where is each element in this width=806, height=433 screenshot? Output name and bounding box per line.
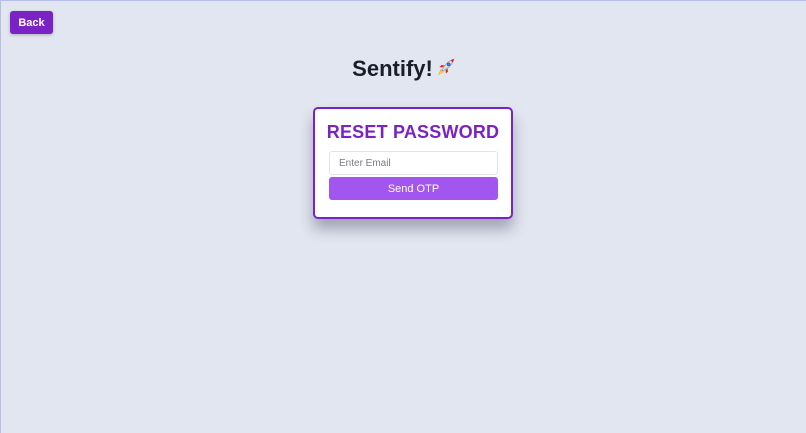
- brand-title: Sentify!: [1, 55, 806, 83]
- email-input[interactable]: [329, 151, 498, 175]
- back-button[interactable]: Back: [10, 11, 53, 34]
- reset-password-card: RESET PASSWORD Send OTP: [313, 107, 513, 219]
- brand-name: Sentify!: [352, 56, 433, 81]
- reset-password-title: RESET PASSWORD: [326, 122, 500, 142]
- send-otp-button[interactable]: Send OTP: [329, 177, 498, 200]
- rocket-icon: [434, 57, 456, 79]
